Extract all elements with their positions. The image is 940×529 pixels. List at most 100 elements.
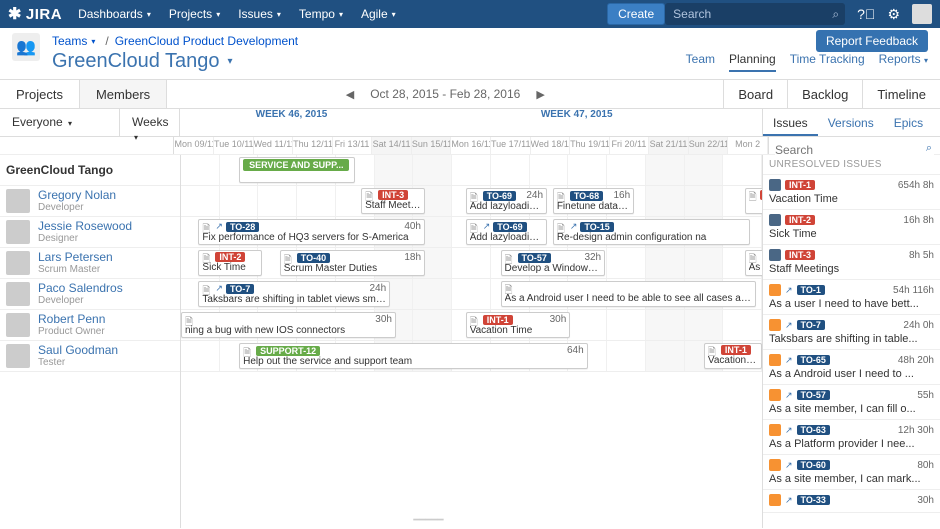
breadcrumb-root[interactable]: Teams	[52, 34, 87, 48]
subnav-timeline[interactable]: Timeline	[862, 80, 940, 108]
issue-item[interactable]: ↗TO-60 80hAs a site member, I can mark..…	[763, 455, 940, 490]
jira-logo[interactable]: JIRA	[8, 4, 62, 24]
doc-icon: 🗎	[284, 253, 294, 263]
issue-item[interactable]: INT-1654h 8hVacation Time	[763, 175, 940, 210]
task-card[interactable]: 🗎IN	[745, 188, 762, 214]
issue-type-icon	[769, 494, 781, 506]
issue-key: TO-69	[483, 191, 516, 201]
drag-handle[interactable]	[759, 344, 762, 368]
task-card[interactable]: 🗎As	[745, 250, 762, 276]
issue-item[interactable]: INT-38h 5hStaff Meetings	[763, 245, 940, 280]
nav-agile[interactable]: Agile▾	[353, 3, 404, 25]
task-card[interactable]: 🗎INT-1Vacation Tim	[704, 343, 762, 369]
issue-key: INT-1	[785, 180, 815, 190]
subnav-backlog[interactable]: Backlog	[787, 80, 862, 108]
list-icon[interactable]: ☰	[933, 109, 940, 136]
project-name: GreenCloud Tango	[6, 163, 113, 177]
task-card[interactable]: 🗎INT-130hVacation Time	[466, 312, 571, 338]
drag-handle[interactable]	[753, 282, 756, 306]
search-icon[interactable]: ⌕	[926, 142, 932, 155]
subnav-board[interactable]: Board	[723, 80, 787, 108]
issue-estimate: 55h	[917, 390, 934, 401]
task-title: Scrum Master Duties	[284, 263, 421, 274]
view-tab-planning[interactable]: Planning	[729, 52, 776, 72]
issue-item[interactable]: ↗TO-154h 116hAs a user I need to have be…	[763, 280, 940, 315]
drag-handle[interactable]	[387, 282, 390, 306]
panel-tab-versions[interactable]: Versions	[818, 109, 884, 136]
scrollbar[interactable]: ━━━━━	[413, 515, 443, 526]
task-card[interactable]: SERVICE AND SUPP...	[239, 157, 355, 183]
drag-handle[interactable]	[747, 220, 750, 244]
filter-scale[interactable]: Weeks ▾	[120, 109, 180, 136]
task-card[interactable]: 🗎↗TO-15Re-design admin configuration na	[553, 219, 751, 245]
task-card[interactable]: 🗎TO-5732hDevelop a Windows Mobile app f.…	[501, 250, 606, 276]
panel-tab-epics[interactable]: Epics	[884, 109, 933, 136]
issue-item[interactable]: INT-216h 8hSick Time	[763, 210, 940, 245]
task-card[interactable]: 🗎↗TO-724hTaksbars are shifting in tablet…	[198, 281, 390, 307]
drag-handle[interactable]	[631, 189, 634, 213]
search-icon[interactable]: ⌕	[832, 7, 839, 22]
drag-handle[interactable]	[259, 251, 262, 275]
breadcrumb-path[interactable]: GreenCloud Product Development	[115, 34, 298, 48]
task-card[interactable]: 🗎SUPPORT-1264hHelp out the service and s…	[239, 343, 588, 369]
drag-handle[interactable]	[585, 344, 588, 368]
gear-icon[interactable]: ⚙	[887, 6, 900, 23]
nav-issues[interactable]: Issues▾	[230, 3, 289, 25]
search-input[interactable]	[665, 3, 845, 25]
subnav-members[interactable]: Members	[80, 80, 167, 108]
view-tab-time-tracking[interactable]: Time Tracking	[790, 52, 865, 72]
member-row[interactable]: Robert PennProduct Owner	[0, 310, 180, 341]
task-card[interactable]: 🗎TO-6924hAdd lazyloading 2 cus...	[466, 188, 547, 214]
member-row[interactable]: Lars PetersenScrum Master	[0, 248, 180, 279]
issue-item[interactable]: ↗TO-724h 0hTaksbars are shifting in tabl…	[763, 315, 940, 350]
task-card[interactable]: 🗎↗TO-2840hFix performance of HQ3 servers…	[198, 219, 425, 245]
nav-tempo[interactable]: Tempo▾	[291, 3, 351, 25]
drag-handle[interactable]	[422, 189, 425, 213]
drag-handle[interactable]	[422, 220, 425, 244]
drag-handle[interactable]	[567, 313, 570, 337]
task-card[interactable]: 🗎INT-3Staff Meeti...	[361, 188, 425, 214]
task-card[interactable]: 🗎TO-4018hScrum Master Duties	[280, 250, 425, 276]
drag-handle[interactable]	[352, 158, 355, 182]
issue-type-icon	[769, 354, 781, 366]
issue-item[interactable]: ↗TO-6548h 20hAs a Android user I need to…	[763, 350, 940, 385]
drag-handle[interactable]	[602, 251, 605, 275]
drag-handle[interactable]	[544, 189, 547, 213]
date-prev[interactable]: ◀	[346, 88, 354, 101]
issue-title: As a site member, I can fill o...	[769, 403, 934, 415]
help-icon[interactable]: ?⃝	[857, 6, 875, 22]
nav-projects[interactable]: Projects▾	[161, 3, 228, 25]
feedback-button[interactable]: Report Feedback	[816, 30, 928, 52]
nav-dashboards[interactable]: Dashboards▾	[70, 3, 159, 25]
project-row[interactable]: GreenCloud Tango	[0, 155, 180, 186]
date-next[interactable]: ▶	[536, 88, 544, 101]
title-dropdown[interactable]: ▾	[228, 56, 233, 67]
subnav-projects[interactable]: Projects	[0, 80, 80, 108]
member-row[interactable]: Jessie RosewoodDesigner	[0, 217, 180, 248]
drag-handle[interactable]	[422, 251, 425, 275]
task-title: As	[749, 262, 762, 273]
avatar	[6, 282, 30, 306]
task-card[interactable]: 🗎INT-2Sick Time	[198, 250, 262, 276]
task-title: Finetune datahandlin...	[557, 201, 630, 212]
task-card[interactable]: 🗎As a Android user I need to be able to …	[501, 281, 757, 307]
member-row[interactable]: Gregory NolanDeveloper	[0, 186, 180, 217]
issues-search-input[interactable]	[775, 141, 934, 159]
topbar: JIRA Dashboards▾Projects▾Issues▾Tempo▾Ag…	[0, 0, 940, 28]
user-avatar[interactable]	[912, 4, 932, 24]
drag-handle[interactable]	[544, 220, 547, 244]
issue-item[interactable]: ↗TO-6312h 30hAs a Platform provider I ne…	[763, 420, 940, 455]
drag-handle[interactable]	[393, 313, 396, 337]
member-row[interactable]: Saul GoodmanTester	[0, 341, 180, 372]
view-tab-team[interactable]: Team	[686, 52, 715, 72]
task-card[interactable]: 🗎TO-6816hFinetune datahandlin...	[553, 188, 634, 214]
view-tab-reports[interactable]: Reports ▾	[879, 52, 928, 72]
task-card[interactable]: 🗎↗TO-69Add lazyloading 2 customerview	[466, 219, 547, 245]
task-card[interactable]: 🗎30hning a bug with new IOS connectors	[181, 312, 396, 338]
issue-item[interactable]: ↗TO-33 30h	[763, 490, 940, 513]
member-row[interactable]: Paco SalendrosDeveloper	[0, 279, 180, 310]
filter-people[interactable]: Everyone ▾	[0, 109, 120, 136]
issue-item[interactable]: ↗TO-57 55hAs a site member, I can fill o…	[763, 385, 940, 420]
panel-tab-issues[interactable]: Issues	[763, 109, 818, 136]
create-button[interactable]: Create	[607, 3, 665, 25]
